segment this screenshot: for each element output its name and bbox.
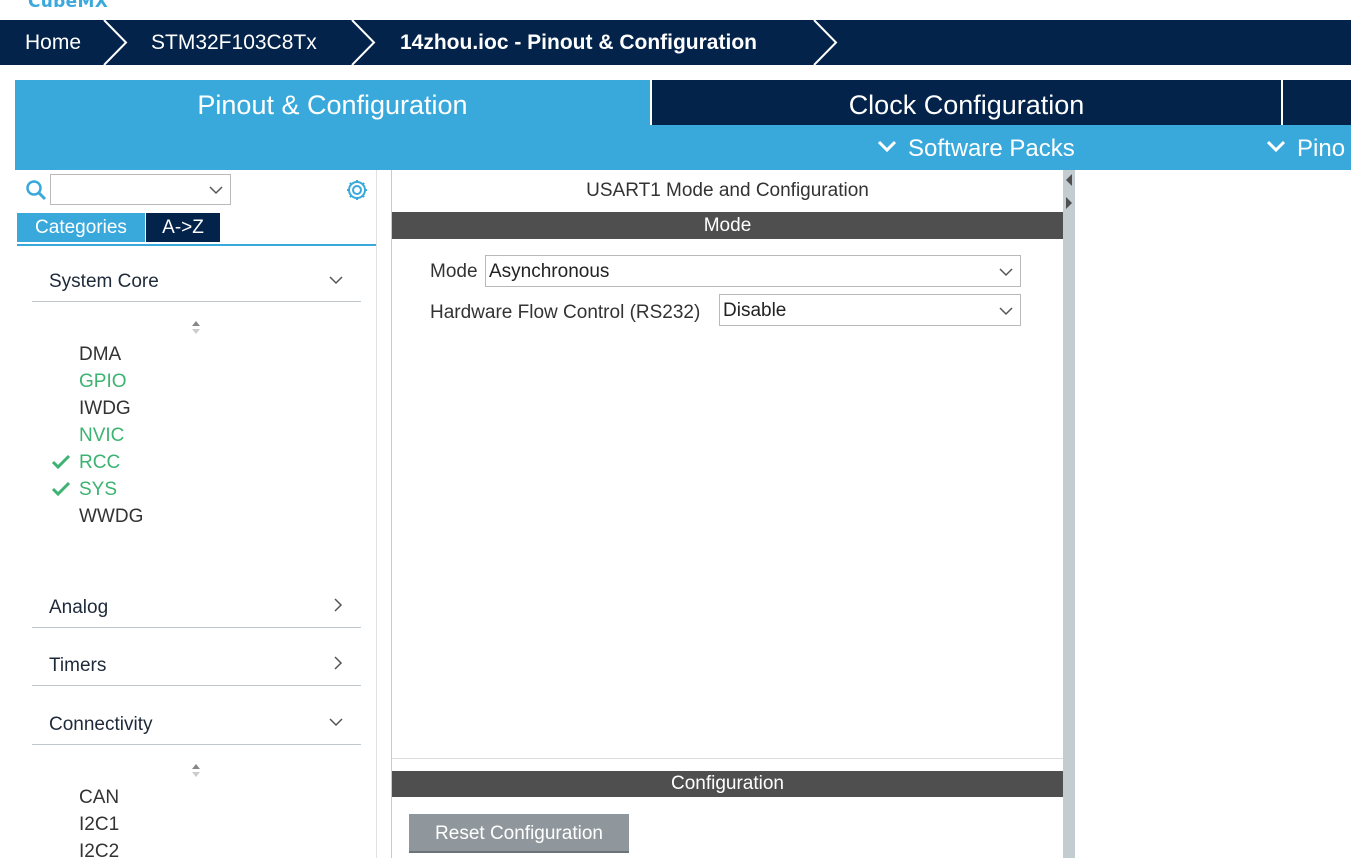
category-system-core-label: System Core [49, 271, 159, 292]
panel-title: USART1 Mode and Configuration [586, 180, 869, 201]
mode-label: Mode [430, 261, 478, 282]
breadcrumb-separator-icon [351, 20, 376, 65]
mode-configuration-panel: USART1 Mode and Configuration Mode Mode … [392, 170, 1063, 858]
peripheral-iwdg[interactable]: IWDG [79, 398, 131, 420]
breadcrumb-separator-icon [103, 20, 128, 65]
app-window: CubeMX Home STM32F103C8Tx 14zhou.ioc - P… [0, 0, 1351, 858]
flow-control-select[interactable]: Disable [719, 294, 1021, 326]
section-divider [392, 758, 1063, 771]
gear-icon[interactable] [345, 178, 369, 202]
category-timers-label: Timers [49, 655, 107, 676]
peripheral-can[interactable]: CAN [79, 787, 119, 809]
peripheral-dma[interactable]: DMA [79, 344, 121, 366]
check-icon [51, 454, 71, 470]
categories-panel: Categories A->Z System Core DMA GPIO IWD… [15, 170, 377, 858]
chevron-down-icon [209, 186, 223, 195]
submenu-bar: Software Packs Pino [15, 125, 1351, 170]
breadcrumb-separator-icon [813, 20, 838, 65]
flow-control-label: Hardware Flow Control (RS232) [430, 302, 701, 323]
peripheral-wwdg[interactable]: WWDG [79, 506, 143, 528]
chevron-down-icon [329, 718, 343, 727]
category-analog-label: Analog [49, 597, 109, 618]
software-packs-label: Software Packs [908, 135, 1075, 162]
scroll-arrows-icon[interactable] [190, 763, 202, 779]
mode-select[interactable]: Asynchronous [485, 255, 1021, 287]
breadcrumb-project[interactable]: 14zhou.ioc - Pinout & Configuration [400, 20, 757, 65]
peripheral-nvic[interactable]: NVIC [79, 425, 124, 447]
scroll-arrows-icon[interactable] [190, 320, 202, 336]
peripheral-rcc[interactable]: RCC [79, 452, 120, 474]
panel-divider [376, 170, 377, 858]
check-icon [51, 481, 71, 497]
tab-more[interactable] [1283, 80, 1351, 125]
breadcrumb: Home STM32F103C8Tx 14zhou.ioc - Pinout &… [0, 20, 1351, 65]
expand-right-icon[interactable] [1064, 196, 1074, 210]
chevron-down-icon [877, 140, 897, 153]
panel-splitter[interactable] [1063, 170, 1075, 858]
chevron-right-icon [334, 656, 343, 670]
tab-underline [17, 244, 377, 246]
chevron-down-icon [329, 276, 343, 285]
search-icon[interactable] [25, 179, 47, 201]
chevron-down-icon [999, 307, 1013, 316]
tab-clock-configuration[interactable]: Clock Configuration [652, 80, 1281, 125]
app-logo: CubeMX [28, 0, 109, 12]
window-left-margin [0, 65, 15, 858]
peripheral-i2c1[interactable]: I2C1 [79, 814, 119, 836]
chevron-right-icon [334, 598, 343, 612]
configuration-section-header: Configuration [392, 770, 1063, 797]
category-timers[interactable]: Timers [32, 653, 361, 686]
peripheral-gpio[interactable]: GPIO [79, 371, 127, 393]
reset-configuration-button[interactable]: Reset Configuration [409, 814, 629, 853]
flow-control-select-value: Disable [723, 300, 787, 321]
category-system-core[interactable]: System Core [32, 269, 361, 302]
tab-categories[interactable]: Categories [17, 213, 145, 242]
mode-select-value: Asynchronous [489, 261, 610, 282]
left-panel-scroll-strip [378, 170, 392, 858]
breadcrumb-mcu[interactable]: STM32F103C8Tx [151, 20, 317, 65]
breadcrumb-home[interactable]: Home [25, 20, 81, 65]
pinout-menu[interactable]: Pino [1266, 125, 1345, 170]
tab-a-z[interactable]: A->Z [146, 213, 220, 242]
software-packs-menu[interactable]: Software Packs [877, 125, 1075, 170]
search-input[interactable] [50, 174, 231, 205]
mode-section-header: Mode [392, 212, 1063, 239]
category-connectivity[interactable]: Connectivity [32, 712, 361, 745]
peripheral-sys[interactable]: SYS [79, 479, 117, 501]
chevron-down-icon [999, 268, 1013, 277]
peripheral-i2c2[interactable]: I2C2 [79, 841, 119, 858]
tab-pinout-configuration[interactable]: Pinout & Configuration [15, 80, 650, 125]
collapse-left-icon[interactable] [1064, 173, 1074, 187]
pinout-view-panel [1075, 170, 1351, 858]
category-analog[interactable]: Analog [32, 595, 361, 628]
chevron-down-icon [1266, 140, 1286, 153]
category-connectivity-label: Connectivity [49, 714, 153, 735]
